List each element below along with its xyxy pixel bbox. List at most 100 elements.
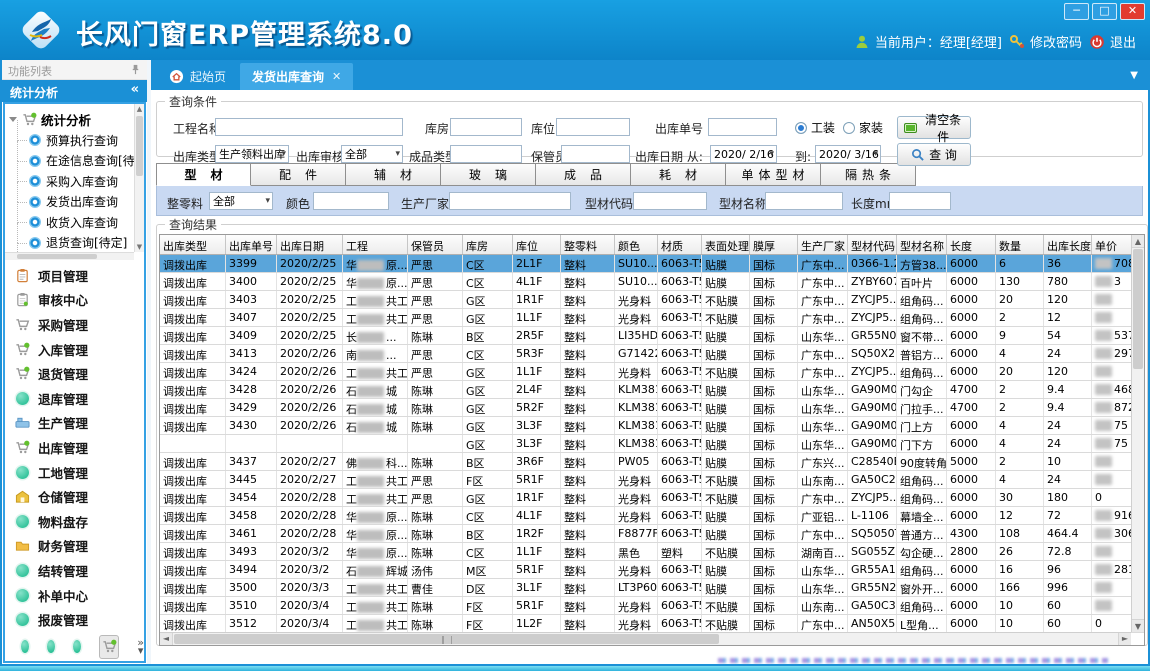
column-header-颜色[interactable]: 颜色 xyxy=(615,235,658,254)
product-type-input[interactable] xyxy=(450,145,522,163)
table-row[interactable]: 调拨出库34932020/3/2华原...陈琳C区1L1F整料黑色塑料不贴膜国标… xyxy=(160,543,1144,561)
radio-on-icon[interactable] xyxy=(795,122,807,134)
column-header-生产厂家[interactable]: 生产厂家 xyxy=(798,235,848,254)
date-to-picker[interactable]: 2020/ 3/16 xyxy=(815,145,881,163)
column-header-工程[interactable]: 工程 xyxy=(343,235,408,254)
column-header-材质[interactable]: 材质 xyxy=(658,235,702,254)
grid-vertical-scrollbar[interactable]: ▲ ▼ xyxy=(1131,235,1144,632)
pin-icon[interactable] xyxy=(130,64,141,75)
close-button[interactable]: ✕ xyxy=(1120,3,1145,20)
whole-part-combo[interactable]: 全部 xyxy=(209,192,273,210)
profile-name-input[interactable] xyxy=(765,192,843,210)
tree-vertical-scrollbar[interactable]: ▲ ▼ xyxy=(134,104,144,252)
out-type-combo[interactable]: 生产领料出库 xyxy=(215,145,289,163)
date-from-picker[interactable]: 2020/ 2/16 xyxy=(710,145,777,163)
length-input[interactable] xyxy=(889,192,951,210)
sidebar-item-项目管理[interactable]: 项目管理 xyxy=(14,263,144,288)
sidebar-item-工地管理[interactable]: 工地管理 xyxy=(14,460,144,485)
maximize-button[interactable]: □ xyxy=(1092,3,1117,20)
table-row[interactable]: 调拨出库34292020/2/26石城陈琳G区5R2F整料KLM38176063… xyxy=(160,399,1144,417)
tab-close-icon[interactable]: ✕ xyxy=(332,70,341,83)
table-row[interactable]: 调拨出库34242020/2/26工共工程严思G区1L1F整料光身料6063-T… xyxy=(160,363,1144,381)
minimize-button[interactable]: ─ xyxy=(1064,3,1089,20)
logout-button[interactable]: 退出 xyxy=(1089,32,1136,51)
tree-item-发货出库查询[interactable]: 发货出库查询 xyxy=(9,192,130,213)
table-row[interactable]: 调拨出库34582020/2/28华原...陈琳C区4L1F整料光身料6063-… xyxy=(160,507,1144,525)
table-row[interactable]: 调拨出库34032020/2/25工共工程严思G区1R1F整料光身料6063-T… xyxy=(160,291,1144,309)
tree-item-在途信息查询待[interactable]: 在途信息查询[待 xyxy=(9,151,130,172)
manufacturer-input[interactable] xyxy=(449,192,571,210)
tree-root-node[interactable]: 统计分析 xyxy=(9,109,130,130)
column-header-库房[interactable]: 库房 xyxy=(463,235,513,254)
table-row[interactable]: 调拨出库34452020/2/27工共工程严思F区5R1F整料光身料6063-T… xyxy=(160,471,1144,489)
tree-item-采购入库查询[interactable]: 采购入库查询 xyxy=(9,171,130,192)
sidebar-item-报废管理[interactable]: 报废管理 xyxy=(14,607,144,632)
column-header-型材代码[interactable]: 型材代码 xyxy=(848,235,897,254)
column-header-保管员[interactable]: 保管员 xyxy=(408,235,463,254)
color-input[interactable] xyxy=(313,192,389,210)
material-tab-配件[interactable]: 配件 xyxy=(251,163,346,186)
sidebar-item-生产管理[interactable]: 生产管理 xyxy=(14,411,144,436)
sidebar-item-补单中心[interactable]: 补单中心 xyxy=(14,583,144,608)
sidebar-item-审核中心[interactable]: 审核中心 xyxy=(14,288,144,313)
table-row[interactable]: 调拨出库34942020/3/2石辉城汤伟M区5R1F整料光身料6063-T5贴… xyxy=(160,561,1144,579)
tab-发货出库查询[interactable]: 发货出库查询✕ xyxy=(240,63,353,90)
quick-item-icon[interactable] xyxy=(21,640,29,653)
column-header-出库单号[interactable]: 出库单号 xyxy=(226,235,277,254)
material-tab-耗材[interactable]: 耗材 xyxy=(631,163,726,186)
scroll-up-icon[interactable]: ▲ xyxy=(1132,235,1144,248)
radio-off-icon[interactable] xyxy=(843,122,855,134)
tree-item-预算执行查询[interactable]: 预算执行查询 xyxy=(9,130,130,151)
material-tab-玻璃[interactable]: 玻璃 xyxy=(441,163,536,186)
column-header-整零料[interactable]: 整零料 xyxy=(561,235,615,254)
vscroll-thumb[interactable] xyxy=(1133,249,1143,369)
sidebar-item-退库管理[interactable]: 退库管理 xyxy=(14,386,144,411)
scroll-right-icon[interactable]: ► xyxy=(1118,633,1131,645)
tab-list-dropdown-icon[interactable]: ▼ xyxy=(1130,70,1138,81)
sidebar-item-退货管理[interactable]: 退货管理 xyxy=(14,361,144,386)
sidebar-item-入库管理[interactable]: 入库管理 xyxy=(14,337,144,362)
more-chevron[interactable]: »▾ xyxy=(137,639,144,655)
column-header-数量[interactable]: 数量 xyxy=(996,235,1044,254)
grid-horizontal-scrollbar[interactable]: ◄ ► xyxy=(160,632,1131,645)
sidebar-item-出库管理[interactable]: 出库管理 xyxy=(14,435,144,460)
profile-code-input[interactable] xyxy=(633,192,707,210)
table-row[interactable]: 调拨出库34092020/2/25长...陈琳B区2R5F整料LI35HD606… xyxy=(160,327,1144,345)
table-row[interactable]: 调拨出库33992020/2/25华原...严思C区2L1F整料SU10...6… xyxy=(160,255,1144,273)
tree-item-收货入库查询[interactable]: 收货入库查询 xyxy=(9,212,130,233)
table-row[interactable]: G区3L3F整料KLM38176063-T5贴膜国标山东华...GA90M09.… xyxy=(160,435,1144,453)
material-tab-型材[interactable]: 型材 xyxy=(156,163,251,186)
column-header-出库类型[interactable]: 出库类型 xyxy=(160,235,226,254)
column-header-库位[interactable]: 库位 xyxy=(513,235,561,254)
column-header-长度[interactable]: 长度 xyxy=(947,235,996,254)
tree-item-退货查询待定[interactable]: 退货查询[待定] xyxy=(9,233,130,254)
column-header-表面处理[interactable]: 表面处理 xyxy=(702,235,750,254)
hscroll-thumb[interactable] xyxy=(174,634,719,644)
sidebar-item-物料盘存[interactable]: 物料盘存 xyxy=(14,509,144,534)
column-header-出库日期[interactable]: 出库日期 xyxy=(277,235,343,254)
table-row[interactable]: 调拨出库34132020/2/26南...严思C区5R3F整料G71422606… xyxy=(160,345,1144,363)
warehouse-input[interactable] xyxy=(450,118,522,136)
radio-jiazhuang[interactable]: 家装 xyxy=(843,119,883,136)
table-row[interactable]: 调拨出库34612020/2/28华原...陈琳B区1R2F整料F8877FT6… xyxy=(160,525,1144,543)
table-row[interactable]: 调拨出库34302020/2/26石城陈琳G区3L3F整料KLM38176063… xyxy=(160,417,1144,435)
table-row[interactable]: 调拨出库34072020/2/25工共工程严思G区1L1F整料光身料6063-T… xyxy=(160,309,1144,327)
table-row[interactable]: 调拨出库35102020/3/4工共工程陈琳F区5R1F整料光身料6063-T5… xyxy=(160,597,1144,615)
location-input[interactable] xyxy=(556,118,630,136)
scroll-left-icon[interactable]: ◄ xyxy=(160,633,173,645)
collapse-icon[interactable]: « xyxy=(131,82,139,97)
sidebar-item-采购管理[interactable]: 采购管理 xyxy=(14,312,144,337)
tree-expander-icon[interactable] xyxy=(9,117,17,122)
clear-conditions-button[interactable]: 清空条件 xyxy=(897,116,971,139)
sidebar-section-header[interactable]: 统计分析 « xyxy=(2,80,147,102)
order-no-input[interactable] xyxy=(708,118,777,136)
column-header-膜厚[interactable]: 膜厚 xyxy=(750,235,798,254)
audit-combo[interactable]: 全部 xyxy=(341,145,403,163)
table-row[interactable]: 调拨出库34542020/2/28工共工程严思G区1R1F整料光身料6063-T… xyxy=(160,489,1144,507)
search-button[interactable]: 查 询 xyxy=(897,143,971,166)
sidebar-item-财务管理[interactable]: 财务管理 xyxy=(14,534,144,559)
tab-起始页[interactable]: 起始页 xyxy=(157,63,238,90)
table-row[interactable]: 调拨出库34002020/2/25华原...严思C区4L1F整料SU10...6… xyxy=(160,273,1144,291)
sidebar-item-结转管理[interactable]: 结转管理 xyxy=(14,558,144,583)
column-header-型材名称[interactable]: 型材名称 xyxy=(897,235,947,254)
